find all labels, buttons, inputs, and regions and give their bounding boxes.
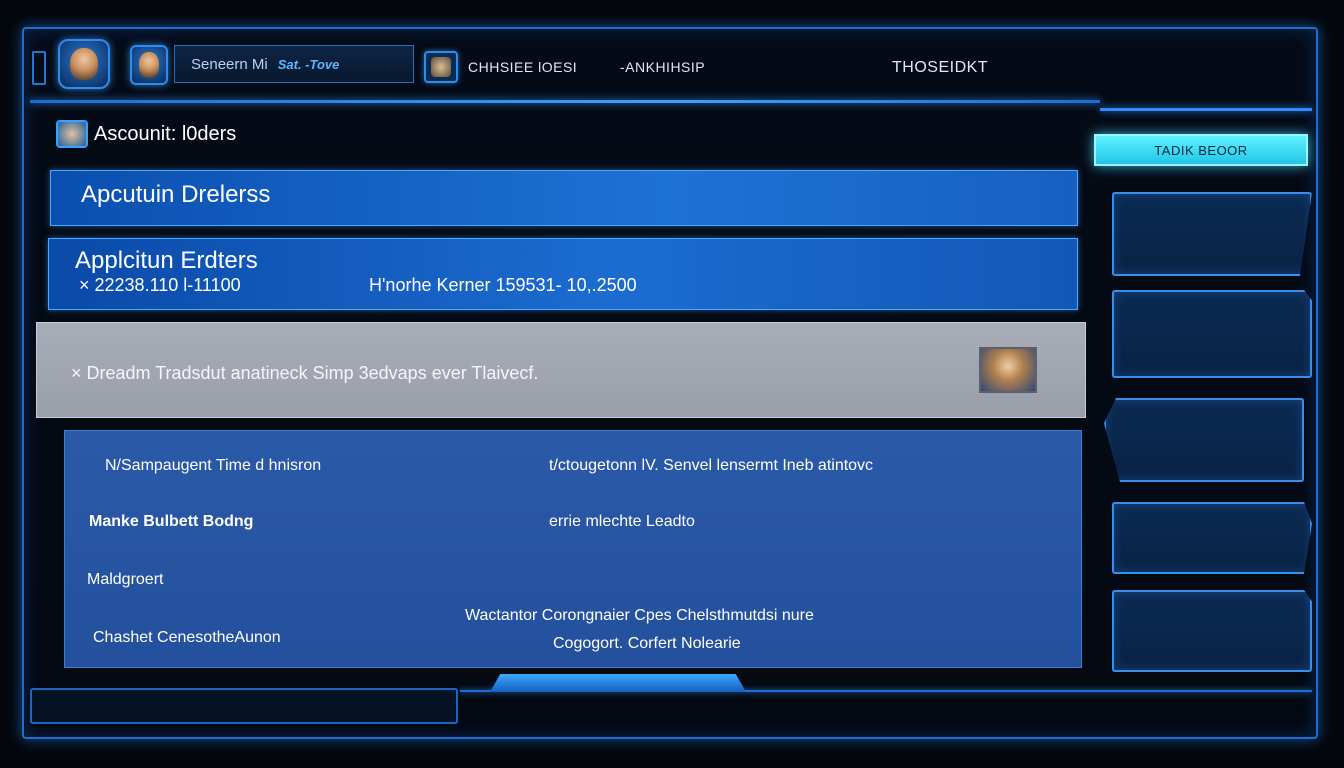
info-panel: N/Sampaugent Time d hnisron t/ctougetonn… [64,430,1082,668]
notice-portrait-icon[interactable] [979,347,1037,393]
nav-item-2[interactable]: -ANKHIHSIP [620,59,705,75]
bottom-center-tab[interactable] [490,674,746,692]
search-text: Seneern Mi [191,55,268,73]
secondary-avatar[interactable] [130,45,168,85]
page-title: Ascounit: l0ders [94,122,237,145]
side-slot-5[interactable] [1112,590,1312,672]
order-detail: H'norhe Kerner 159531- 10,.2500 [369,275,637,295]
info-row1-right[interactable]: t/ctougetonn lV. Senvel lensermt Ineb at… [549,457,873,475]
notice-panel[interactable]: × Dreadm Tradsdut anatineck Simp 3edvaps… [36,322,1086,418]
info-row5-left: Chashet CenesotheAunon [93,629,281,646]
nav-item-1[interactable]: CHHSIEE lOESI [468,59,577,75]
info-row3-left: Maldgroert [87,571,164,588]
page-title-row: Ascounit: l0ders [56,120,236,148]
avatar-face-icon [69,47,99,81]
info-row4-center: Wactantor Corongnaier Cpes Chelsthmutdsi… [465,607,814,624]
order-row[interactable]: Applcitun Erdters × 22238.110 l-11100 H'… [48,238,1078,310]
section-header-text: Apcutuin Drelerss [81,181,271,208]
portrait-icon [431,57,451,77]
side-slot-2[interactable] [1112,290,1312,378]
search-tag: Sat. -Tove [277,56,340,72]
side-slot-4[interactable] [1112,502,1312,574]
portrait-button[interactable] [424,51,458,83]
profile-avatar[interactable] [58,39,110,89]
avatar-face-icon [138,52,160,78]
info-row1-left: N/Sampaugent Time d hnisron [105,457,322,474]
info-row2-left: Manke Bulbett Bodng [89,513,254,530]
side-slot-3[interactable] [1104,398,1304,482]
side-slot-1[interactable] [1112,192,1312,276]
section-header-band[interactable]: Apcutuin Drelerss [50,170,1078,226]
top-bar: Seneern Mi Sat. -Tove CHHSIEE lOESI -ANK… [28,33,1312,97]
nav-item-3[interactable]: THOSEIDKT [892,59,988,77]
search-bar[interactable]: Seneern Mi Sat. -Tove [174,45,414,83]
info-row5-right: Cogogort. Corfert Nolearie [553,635,741,652]
action-button[interactable]: TADIK BEOOR [1094,134,1308,166]
notice-text: × Dreadm Tradsdut anatineck Simp 3edvaps… [71,363,539,383]
account-icon [56,120,88,148]
order-title: Applcitun Erdters [75,247,258,274]
info-row2-right: errie mlechte Leadto [549,513,695,530]
menu-edge-icon[interactable] [32,51,46,85]
side-divider [1100,108,1312,111]
bottom-input-bar[interactable] [30,688,458,724]
order-id: × 22238.110 l-11100 [79,275,241,295]
header-divider [30,100,1100,103]
